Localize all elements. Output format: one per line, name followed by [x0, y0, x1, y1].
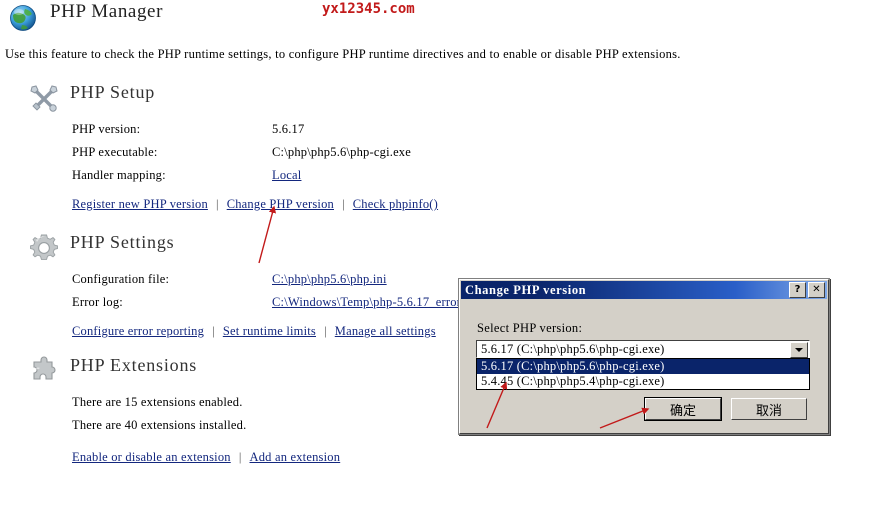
extensions-enabled-text: There are 15 extensions enabled.	[72, 395, 243, 409]
watermark: yx12345.com	[322, 1, 415, 17]
property-label: Error log:	[72, 295, 123, 309]
dialog-titlebar[interactable]: Change PHP version ? ✕	[461, 281, 827, 299]
php-version-dropdown-list[interactable]: 5.6.17 (C:\php\php5.6\php-cgi.exe) 5.4.4…	[476, 358, 810, 390]
property-value: C:\php\php5.6\php-cgi.exe	[272, 145, 412, 159]
change-php-version-dialog: Change PHP version ? ✕ Select PHP versio…	[458, 278, 830, 435]
set-runtime-limits-link[interactable]: Set runtime limits	[223, 324, 316, 338]
titlebar-buttons: ? ✕	[789, 282, 825, 298]
puzzle-piece-icon	[28, 355, 60, 387]
intro-description: Use this feature to check the PHP runtim…	[5, 47, 681, 61]
change-php-version-link[interactable]: Change PHP version	[227, 197, 334, 211]
property-label: PHP version:	[72, 122, 141, 136]
cancel-button[interactable]: 取消	[731, 398, 807, 420]
close-icon[interactable]: ✕	[808, 282, 825, 298]
manage-all-settings-link[interactable]: Manage all settings	[335, 324, 436, 338]
wrench-screwdriver-icon	[28, 82, 60, 114]
error-log-link[interactable]: C:\Windows\Temp\php-5.6.17_errors.log	[272, 295, 486, 310]
chevron-down-icon[interactable]	[790, 342, 808, 358]
dropdown-option[interactable]: 5.6.17 (C:\php\php5.6\php-cgi.exe)	[477, 359, 809, 374]
separator: |	[212, 324, 215, 338]
php-settings-actions: Configure error reporting | Set runtime …	[72, 324, 436, 339]
check-phpinfo-link[interactable]: Check phpinfo()	[353, 197, 438, 211]
separator: |	[324, 324, 327, 338]
ok-button[interactable]: 确定	[644, 397, 722, 421]
configuration-file-link[interactable]: C:\php\php5.6\php.ini	[272, 272, 387, 287]
section-title: PHP Setup	[70, 82, 156, 102]
property-label: Configuration file:	[72, 272, 170, 286]
combobox-value: 5.6.17 (C:\php\php5.6\php-cgi.exe)	[481, 341, 665, 356]
register-new-php-version-link[interactable]: Register new PHP version	[72, 197, 208, 211]
select-php-version-label: Select PHP version:	[477, 321, 583, 335]
globe-icon	[8, 3, 38, 33]
dropdown-option[interactable]: 5.4.45 (C:\php\php5.4\php-cgi.exe)	[477, 374, 809, 389]
gear-icon	[28, 232, 60, 264]
page-title: PHP Manager	[50, 1, 164, 22]
section-title: PHP Extensions	[70, 355, 198, 375]
add-extension-link[interactable]: Add an extension	[250, 450, 341, 464]
arrow-to-change-php-version	[258, 205, 277, 264]
property-label: PHP executable:	[72, 145, 158, 159]
handler-mapping-link[interactable]: Local	[272, 168, 301, 183]
php-version-combobox[interactable]: 5.6.17 (C:\php\php5.6\php-cgi.exe)	[476, 340, 810, 358]
extensions-installed-text: There are 40 extensions installed.	[72, 418, 247, 432]
property-label: Handler mapping:	[72, 168, 166, 182]
section-title: PHP Settings	[70, 232, 175, 252]
property-value: 5.6.17	[272, 122, 305, 136]
annotation-arrows-layer	[258, 205, 650, 429]
help-icon[interactable]: ?	[789, 282, 806, 298]
separator: |	[238, 450, 242, 464]
separator: |	[216, 197, 219, 211]
enable-disable-extension-link[interactable]: Enable or disable an extension	[72, 450, 231, 464]
dialog-title: Change PHP version	[465, 282, 587, 297]
page-header: PHP Manager yx12345.com	[0, 0, 874, 38]
php-setup-actions: Register new PHP version | Change PHP ve…	[72, 197, 438, 212]
configure-error-reporting-link[interactable]: Configure error reporting	[72, 324, 204, 338]
separator: |	[342, 197, 345, 211]
php-extensions-actions: Enable or disable an extension | Add an …	[72, 450, 340, 465]
